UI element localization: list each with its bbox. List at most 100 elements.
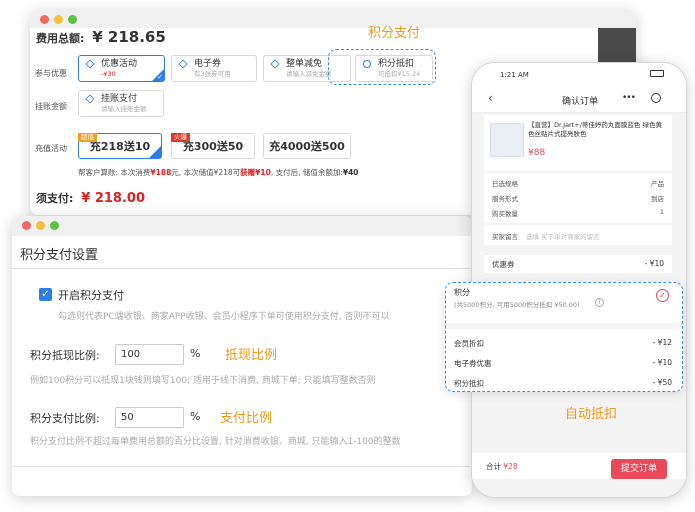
e-coupon-value: - ¥10: [652, 358, 672, 367]
hang-label: 挂账金额: [35, 102, 67, 111]
helper-prefix: 帮客户算账: 本次消费: [78, 168, 151, 177]
row-value: 到店: [651, 195, 664, 203]
enable-desc: 勾选则代表PC端收银、商家APP收银、会员小程序下单可使用积分支付, 否则不可以: [58, 312, 390, 322]
settings-titlebar: [12, 216, 472, 236]
row-label: 已选规格: [492, 180, 518, 188]
settings-title: 积分支付设置: [20, 248, 99, 263]
row-value: 1: [659, 208, 664, 216]
chip-e-coupon[interactable]: 电子券 有3张券可用: [171, 55, 257, 82]
helper-amount: ¥188: [150, 168, 172, 177]
close-dot[interactable]: [22, 221, 31, 230]
target-icon[interactable]: [651, 93, 661, 103]
recharge-label-text: 充218送10: [89, 140, 151, 153]
divider: [446, 323, 682, 329]
pay-ratio-input[interactable]: 50: [115, 407, 184, 428]
row-label: 服务形式: [492, 195, 518, 203]
minimize-dot[interactable]: [54, 15, 63, 24]
coupon-value: - ¥10: [644, 259, 664, 268]
divider: [12, 466, 472, 467]
deduct-ratio-input[interactable]: 100: [115, 344, 184, 365]
total-amount: ¥ 218.65: [92, 28, 166, 46]
recharge-label-text: 充300送50: [182, 140, 244, 153]
deduct-unit: %: [190, 347, 201, 360]
coupon-label: 优惠券: [492, 260, 515, 269]
total-label: 合计 ¥28: [486, 461, 518, 472]
recharge-option-300[interactable]: 火爆 充300送50: [171, 133, 255, 159]
minimize-dot[interactable]: [36, 221, 45, 230]
battery-icon: [650, 70, 664, 77]
annotation-points-pay: 积分支付: [368, 26, 421, 41]
member-discount-label: 会员折扣: [454, 339, 484, 348]
points-deduct-value: - ¥50: [652, 378, 672, 387]
helper-text: 帮客户算账: 本次消费¥188元, 本次储值¥218可获赠¥10, 支付后, 储…: [78, 167, 359, 178]
pay-desc: 积分支付比例不超过每单费用总额的百分比设置, 针对消费收银、商城, 只能输入1-…: [30, 437, 401, 447]
deduct-desc: 例如100积分可以抵现1块钱则填写100; 适用于线下消费, 商城下单; 只能填…: [30, 376, 376, 386]
chip-sub: 请输入挂账金额: [101, 105, 147, 113]
recharge-option-218[interactable]: 超值 充218送10: [78, 133, 162, 159]
coupon-row[interactable]: 优惠券 - ¥10: [484, 255, 672, 273]
chip-hang-payment[interactable]: 挂账支付 请输入挂账金额: [78, 90, 164, 117]
chip-sub: 有3张券可用: [194, 70, 231, 78]
enable-points-label: 开启积分支付: [58, 289, 124, 302]
phone-mockup: 1:21 AM ‹ 确认订单 ••• 【直营】Dr.Jart+/蒂佳婷药丸面膜蓝…: [471, 62, 687, 498]
document-icon: [85, 94, 95, 104]
row-value: 产品: [651, 180, 664, 188]
points-deduct-label: 积分抵扣: [454, 379, 484, 388]
helper-balance: ¥40: [342, 168, 359, 177]
recharge-label-text: 充4000送500: [269, 140, 345, 153]
status-bar: 1:21 AM: [472, 63, 686, 85]
helper-gain: 获赠¥10: [240, 168, 271, 177]
member-discount-value: - ¥12: [652, 338, 672, 347]
chip-promo-activity[interactable]: 优惠活动 -¥30 ✓: [78, 55, 165, 82]
annotation-auto-deduct: 自动抵扣: [565, 407, 618, 422]
info-icon[interactable]: !: [595, 298, 604, 307]
divider: [12, 268, 472, 269]
must-pay-label: 须支付:: [36, 192, 74, 205]
product-price: ¥88: [528, 148, 546, 158]
recharge-tag: 火爆: [171, 133, 190, 142]
helper-mid2: , 支付后, 储值余额加:: [270, 168, 343, 177]
coupon-icon: [178, 59, 188, 69]
total-label-text: 合计: [486, 462, 501, 471]
maximize-dot[interactable]: [50, 221, 59, 230]
pay-ratio-label: 积分支付比例:: [30, 412, 100, 425]
helper-mid1: 元, 本次储值¥218可: [171, 168, 241, 177]
pos-titlebar: [30, 10, 636, 28]
more-icon[interactable]: •••: [622, 93, 636, 103]
product-name: 【直营】Dr.Jart+/蒂佳婷药丸面膜蓝色 绿色黄色丝贴片式提亮肤色: [528, 121, 662, 138]
points-settings-window: 积分支付设置 ✓ 开启积分支付 勾选则代表PC端收银、商家APP收银、会员小程序…: [12, 216, 472, 496]
product-image: [490, 123, 524, 157]
total-row: 费用总额: ¥ 218.65: [36, 28, 166, 46]
order-info: 已选规格 产品 服务形式 到店 购买数量 1: [484, 173, 672, 223]
must-pay-row: 须支付: ¥ 218.00: [36, 190, 145, 206]
must-pay-amount: ¥ 218.00: [81, 191, 145, 206]
chip-title: 电子券: [194, 59, 222, 69]
recharge-label: 充值活动: [35, 144, 67, 153]
submit-order-button[interactable]: 提交订单: [611, 459, 667, 479]
close-dot[interactable]: [40, 15, 49, 24]
recharge-tag: 超值: [78, 133, 97, 142]
discount-label: 参与优惠: [35, 69, 67, 78]
points-popup: 积分 (共5000积分, 可用5000积分抵扣 ¥50.00) ! ✓ 会员折扣…: [445, 282, 683, 392]
enable-points-checkbox[interactable]: ✓: [39, 288, 52, 301]
phone-nav: ‹ 确认订单 •••: [472, 85, 686, 113]
remark-label: 买家留言: [492, 233, 518, 241]
points-label: 积分: [454, 288, 470, 297]
annotation-deduct-ratio: 抵现比例: [225, 348, 278, 363]
remark-row[interactable]: 买家留言 选填 买下单对商家的留言: [484, 225, 672, 245]
product-card[interactable]: 【直营】Dr.Jart+/蒂佳婷药丸面膜蓝色 绿色黄色丝贴片式提亮肤色 ¥88: [484, 115, 672, 171]
tag-icon: [85, 59, 95, 69]
total-label: 费用总额:: [36, 32, 85, 45]
annotation-pay-ratio: 支付比例: [220, 411, 273, 426]
maximize-dot[interactable]: [68, 15, 77, 24]
reduction-icon: [270, 59, 280, 69]
pay-unit: %: [190, 410, 201, 423]
row-label: 购买数量: [492, 210, 518, 218]
recharge-option-4000[interactable]: 充4000送500: [263, 133, 351, 159]
checked-circle-icon[interactable]: ✓: [656, 289, 669, 302]
total-value: ¥28: [503, 462, 518, 471]
points-desc: (共5000积分, 可用5000积分抵扣 ¥50.00): [454, 301, 580, 309]
remark-placeholder[interactable]: 选填 买下单对商家的留言: [526, 231, 600, 241]
deduct-ratio-label: 积分抵现比例:: [30, 349, 100, 362]
check-icon: ✓: [157, 73, 163, 81]
